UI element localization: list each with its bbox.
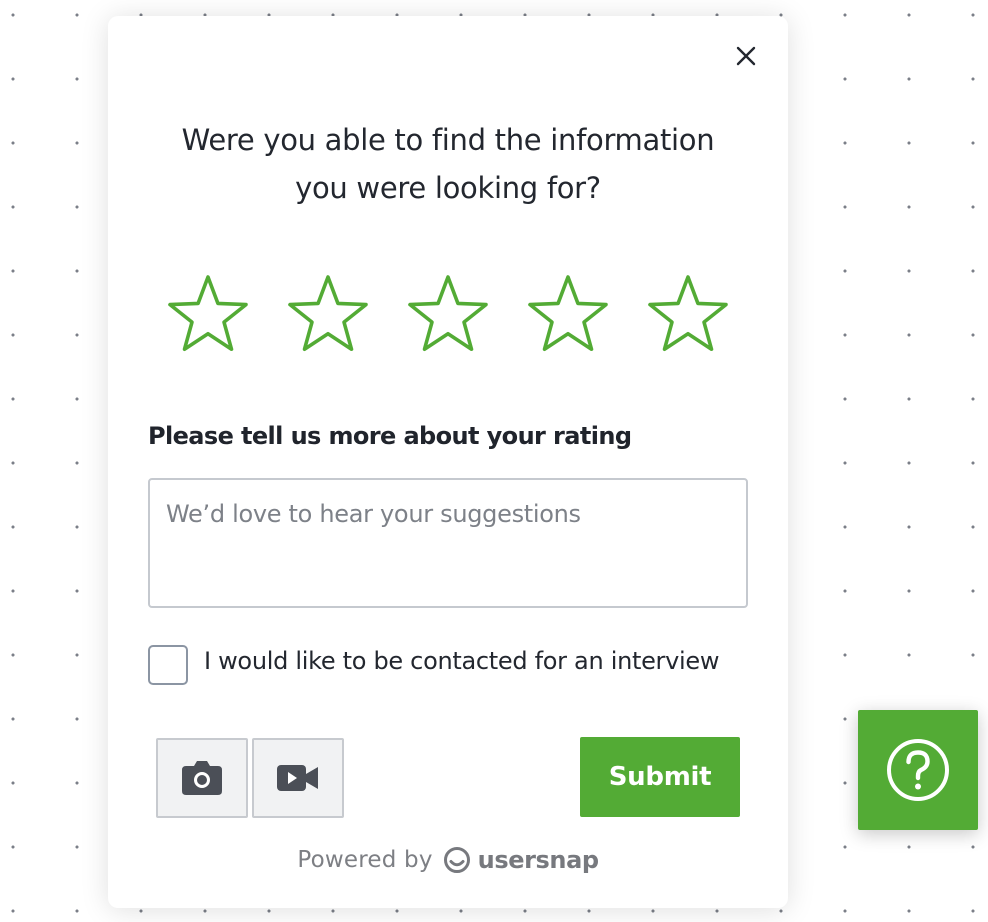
video-camera-icon bbox=[277, 765, 318, 791]
contact-interview-checkbox[interactable] bbox=[148, 645, 188, 685]
close-icon bbox=[736, 46, 756, 66]
star-1-button[interactable] bbox=[165, 274, 251, 354]
usersnap-logo-icon bbox=[443, 847, 470, 873]
comment-textarea[interactable] bbox=[148, 478, 748, 608]
star-outline-icon bbox=[288, 275, 368, 351]
star-outline-icon bbox=[648, 275, 728, 351]
comment-label: Please tell us more about your rating bbox=[148, 422, 632, 450]
question-line-1: Were you able to find the information bbox=[181, 123, 715, 157]
star-outline-icon bbox=[408, 275, 488, 351]
powered-by-footer[interactable]: Powered by usersnap bbox=[108, 842, 788, 878]
star-rating bbox=[165, 274, 731, 354]
powered-by-text: Powered by bbox=[297, 847, 433, 873]
star-2-button[interactable] bbox=[285, 274, 371, 354]
camera-icon bbox=[182, 761, 222, 795]
contact-interview-label[interactable]: I would like to be contacted for an inte… bbox=[204, 647, 720, 675]
usersnap-brand: usersnap bbox=[477, 846, 599, 874]
star-5-button[interactable] bbox=[645, 274, 731, 354]
star-outline-icon bbox=[168, 275, 248, 351]
close-button[interactable] bbox=[734, 44, 758, 68]
record-video-button[interactable] bbox=[252, 738, 344, 818]
submit-button[interactable]: Submit bbox=[580, 737, 740, 817]
feedback-widget: Were you able to find the information yo… bbox=[108, 16, 788, 908]
star-3-button[interactable] bbox=[405, 274, 491, 354]
screenshot-button[interactable] bbox=[156, 738, 248, 818]
question-mark-icon bbox=[887, 739, 949, 801]
question-line-2: you were looking for? bbox=[295, 171, 601, 205]
feedback-question: Were you able to find the information yo… bbox=[128, 116, 768, 212]
star-4-button[interactable] bbox=[525, 274, 611, 354]
help-button[interactable] bbox=[858, 710, 978, 830]
star-outline-icon bbox=[528, 275, 608, 351]
